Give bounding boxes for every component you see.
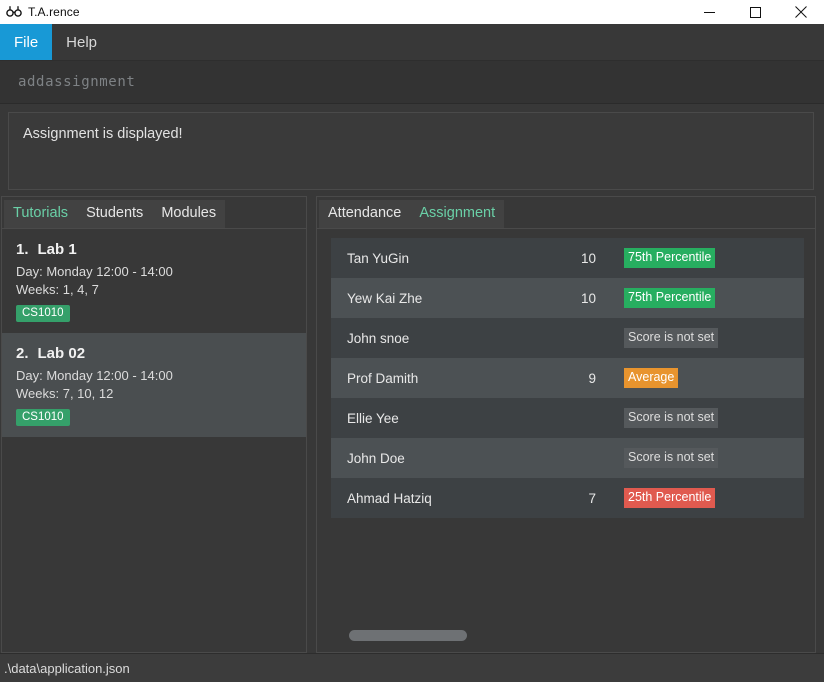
tutorial-day: Day: Monday 12:00 - 14:00	[16, 368, 173, 383]
student-name: Yew Kai Zhe	[347, 290, 423, 306]
tab-modules-label: Modules	[161, 205, 217, 221]
menu-item-file-label: File	[14, 33, 39, 51]
window-controls	[686, 0, 824, 24]
status-badge: Average	[624, 368, 679, 388]
tab-students-label: Students	[86, 205, 144, 221]
tutorial-index: 1.	[16, 241, 29, 258]
student-score: 10	[580, 290, 596, 306]
status-badge: Score is not set	[624, 448, 719, 468]
table-row[interactable]: John snoe Score is not set	[331, 318, 804, 358]
status-badge: 75th Percentile	[624, 248, 716, 268]
status-badge: Score is not set	[624, 408, 719, 428]
table-row[interactable]: Ellie Yee Score is not set	[331, 398, 804, 438]
student-score: 10	[580, 250, 596, 266]
tutorial-name: Lab 1	[37, 241, 77, 258]
table-row[interactable]: John Doe Score is not set	[331, 438, 804, 478]
command-bar[interactable]: addassignment	[0, 60, 824, 104]
student-name: Prof Damith	[347, 370, 419, 386]
list-item[interactable]: 1. Lab 1 Day: Monday 12:00 - 14:00 Weeks:…	[2, 229, 306, 333]
student-status-cell: Average	[608, 368, 804, 388]
tab-students[interactable]: Students	[77, 200, 153, 228]
panel-gap	[307, 196, 316, 653]
window-title: T.A.rence	[28, 5, 80, 19]
list-item[interactable]: 2. Lab 02 Day: Monday 12:00 - 14:00 Weeks…	[2, 333, 306, 437]
student-name: Ellie Yee	[347, 410, 399, 426]
tutorial-day: Day: Monday 12:00 - 14:00	[16, 264, 173, 279]
tab-modules[interactable]: Modules	[152, 200, 226, 228]
student-status-cell: Score is not set	[608, 448, 804, 468]
student-name: Tan YuGin	[347, 250, 410, 266]
tab-assignment[interactable]: Assignment	[410, 200, 505, 228]
minimize-icon[interactable]	[686, 0, 732, 24]
table-row[interactable]: Tan YuGin 10 75th Percentile	[331, 238, 804, 278]
title-bar: T.A.rence	[0, 0, 824, 24]
status-bar-path: .\data\application.json	[4, 660, 130, 676]
scrollbar-thumb[interactable]	[349, 630, 467, 641]
tutorial-title: 2. Lab 02	[16, 345, 306, 362]
glasses-icon	[6, 5, 22, 19]
student-score: 7	[588, 490, 596, 506]
module-badge: CS1010	[16, 305, 70, 322]
left-panel-tabs: Tutorials Students Modules	[2, 197, 306, 229]
status-badge: Score is not set	[624, 328, 719, 348]
application-window: T.A.rence File Help addassignment Assign…	[0, 0, 824, 682]
assignment-table-area: Tan YuGin 10 75th Percentile Yew Kai Zhe…	[317, 229, 815, 652]
table-row[interactable]: Prof Damith 9 Average	[331, 358, 804, 398]
menu-item-help[interactable]: Help	[52, 24, 111, 60]
module-badge: CS1010	[16, 409, 70, 426]
table-empty-space	[331, 518, 804, 628]
tab-tutorials[interactable]: Tutorials	[4, 200, 78, 228]
horizontal-scrollbar[interactable]	[331, 628, 804, 644]
status-bar: .\data\application.json	[0, 653, 824, 682]
menu-item-file[interactable]: File	[0, 24, 53, 60]
student-status-cell: Score is not set	[608, 408, 804, 428]
tutorial-title: 1. Lab 1	[16, 241, 306, 258]
student-status-cell: Score is not set	[608, 328, 804, 348]
table-row[interactable]: Yew Kai Zhe 10 75th Percentile	[331, 278, 804, 318]
result-message: Assignment is displayed!	[23, 126, 183, 142]
student-name: John Doe	[347, 450, 405, 466]
status-badge: 75th Percentile	[624, 288, 716, 308]
student-status-cell: 75th Percentile	[608, 248, 804, 268]
title-bar-left: T.A.rence	[0, 5, 80, 19]
student-name: Ahmad Hatziq	[347, 490, 432, 506]
assignment-table: Tan YuGin 10 75th Percentile Yew Kai Zhe…	[331, 238, 804, 518]
command-input[interactable]: addassignment	[0, 74, 135, 90]
result-display-box: Assignment is displayed!	[8, 112, 814, 190]
tutorial-name: Lab 02	[37, 345, 86, 362]
tab-tutorials-label: Tutorials	[13, 205, 69, 221]
tutorial-list[interactable]: 1. Lab 1 Day: Monday 12:00 - 14:00 Weeks:…	[2, 229, 306, 652]
main-split: Tutorials Students Modules 1. Lab 1 Day: …	[0, 196, 824, 653]
tab-attendance[interactable]: Attendance	[319, 200, 411, 228]
menu-bar: File Help	[0, 24, 824, 60]
tutorial-weeks: Weeks: 7, 10, 12	[16, 386, 114, 401]
student-status-cell: 25th Percentile	[608, 488, 804, 508]
close-icon[interactable]	[778, 0, 824, 24]
menu-item-help-label: Help	[66, 33, 98, 51]
status-badge: 25th Percentile	[624, 488, 716, 508]
result-display-wrapper: Assignment is displayed!	[0, 104, 824, 196]
right-panel: Attendance Assignment Tan YuGin 10 75th …	[316, 196, 816, 653]
tab-attendance-label: Attendance	[328, 205, 402, 221]
student-status-cell: 75th Percentile	[608, 288, 804, 308]
student-score: 9	[588, 370, 596, 386]
tutorial-weeks: Weeks: 1, 4, 7	[16, 282, 99, 297]
tab-assignment-label: Assignment	[419, 205, 496, 221]
left-panel: Tutorials Students Modules 1. Lab 1 Day: …	[1, 196, 307, 653]
student-name: John snoe	[347, 330, 410, 346]
right-panel-tabs: Attendance Assignment	[317, 197, 815, 229]
tutorial-index: 2.	[16, 345, 29, 362]
table-row[interactable]: Ahmad Hatziq 7 25th Percentile	[331, 478, 804, 518]
maximize-icon[interactable]	[732, 0, 778, 24]
